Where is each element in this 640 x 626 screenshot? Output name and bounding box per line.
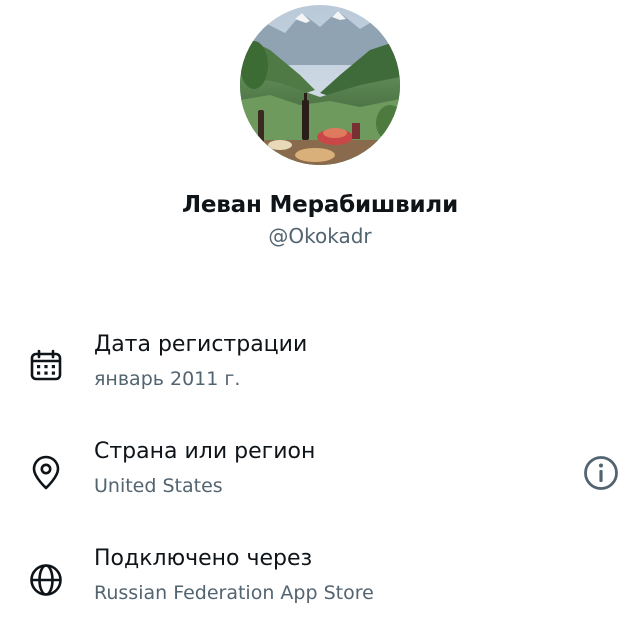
info-row-value: январь 2011 г. [94,368,241,390]
info-row-value: Russian Federation App Store [94,582,374,604]
calendar-icon [30,349,62,381]
info-row-value: United States [94,475,223,497]
info-icon[interactable] [582,454,620,492]
info-row-title: Подключено через [94,546,313,571]
info-row-title: Страна или регион [94,439,316,464]
avatar-image [240,5,400,165]
info-row-connected-via: Подключено через Russian Federation App … [0,546,640,626]
avatar[interactable] [240,5,400,165]
location-pin-icon [32,455,60,490]
info-row-registration-date: Дата регистрации январь 2011 г. [0,332,640,412]
globe-icon [30,564,62,596]
info-row-country: Страна или регион United States [0,439,640,519]
username-handle: @Okokadr [268,224,372,248]
display-name: Леван Мерабишвили [182,192,458,218]
info-row-title: Дата регистрации [94,332,308,357]
